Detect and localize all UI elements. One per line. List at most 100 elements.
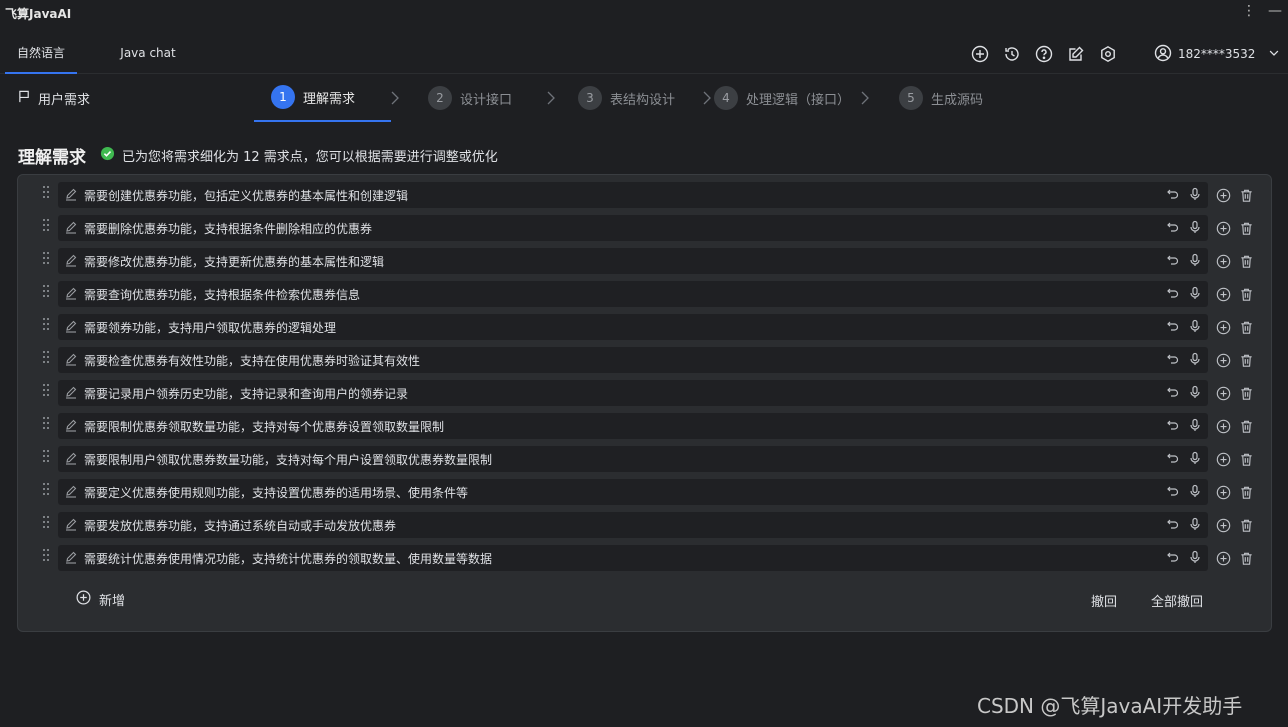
microphone-icon[interactable] [1188,286,1202,300]
drag-handle-icon[interactable] [34,248,58,274]
microphone-icon[interactable] [1188,550,1202,564]
help-icon[interactable] [1032,43,1055,65]
requirement-field[interactable]: 需要定义优惠券使用规则功能，支持设置优惠券的适用场景、使用条件等 [58,479,1208,505]
add-below-icon[interactable] [1216,320,1231,335]
add-below-icon[interactable] [1216,221,1231,236]
drag-handle-icon[interactable] [34,314,58,340]
undo-icon[interactable] [1166,550,1180,564]
drag-handle-icon[interactable] [34,380,58,406]
microphone-icon[interactable] [1188,385,1202,399]
minimize-icon[interactable]: — [1268,3,1282,19]
requirement-text[interactable]: 需要统计优惠券使用情况功能，支持统计优惠券的领取数量、使用数量等数据 [84,550,492,567]
undo-icon[interactable] [1166,220,1180,234]
requirement-text[interactable]: 需要检查优惠券有效性功能，支持在使用优惠券时验证其有效性 [84,352,420,369]
delete-icon[interactable] [1239,221,1254,236]
microphone-icon[interactable] [1188,187,1202,201]
delete-icon[interactable] [1239,518,1254,533]
delete-icon[interactable] [1239,551,1254,566]
delete-icon[interactable] [1239,320,1254,335]
requirement-text[interactable]: 需要定义优惠券使用规则功能，支持设置优惠券的适用场景、使用条件等 [84,484,468,501]
tab-natural-language[interactable]: 自然语言 [5,34,77,74]
requirement-text[interactable]: 需要删除优惠券功能，支持根据条件删除相应的优惠券 [84,220,372,237]
requirement-text[interactable]: 需要修改优惠券功能，支持更新优惠券的基本属性和逻辑 [84,253,384,270]
add-below-icon[interactable] [1216,188,1231,203]
chevron-down-icon[interactable] [1261,46,1281,63]
new-session-icon[interactable] [968,43,991,65]
step-processing-logic[interactable]: 4 处理逻辑（接口） [714,74,850,122]
delete-icon[interactable] [1239,452,1254,467]
requirement-field[interactable]: 需要限制用户领取优惠券数量功能，支持对每个用户设置领取优惠券数量限制 [58,446,1208,472]
requirement-field[interactable]: 需要领券功能，支持用户领取优惠券的逻辑处理 [58,314,1208,340]
add-below-icon[interactable] [1216,254,1231,269]
step-table-design[interactable]: 3 表结构设计 [578,74,675,122]
drag-handle-icon[interactable] [34,215,58,241]
undo-all-button[interactable]: 全部撤回 [1151,591,1203,610]
undo-button[interactable]: 撤回 [1091,591,1117,610]
user-menu[interactable]: 182****3532 [1154,43,1281,65]
user-requirement-link[interactable]: 用户需求 [18,89,90,108]
tab-java-chat[interactable]: Java chat [108,34,188,74]
undo-icon[interactable] [1166,451,1180,465]
undo-icon[interactable] [1166,517,1180,531]
requirement-text[interactable]: 需要限制优惠券领取数量功能，支持对每个优惠券设置领取数量限制 [84,418,444,435]
delete-icon[interactable] [1239,287,1254,302]
step-understand-requirements[interactable]: 1 理解需求 [254,74,391,122]
undo-icon[interactable] [1166,385,1180,399]
add-below-icon[interactable] [1216,551,1231,566]
requirement-text[interactable]: 需要创建优惠券功能，包括定义优惠券的基本属性和创建逻辑 [84,187,408,204]
requirement-field[interactable]: 需要修改优惠券功能，支持更新优惠券的基本属性和逻辑 [58,248,1208,274]
requirement-field[interactable]: 需要创建优惠券功能，包括定义优惠券的基本属性和创建逻辑 [58,182,1208,208]
settings-icon[interactable] [1096,43,1119,65]
microphone-icon[interactable] [1188,352,1202,366]
requirement-text[interactable]: 需要发放优惠券功能，支持通过系统自动或手动发放优惠券 [84,517,396,534]
microphone-icon[interactable] [1188,220,1202,234]
microphone-icon[interactable] [1188,484,1202,498]
requirement-field[interactable]: 需要统计优惠券使用情况功能，支持统计优惠券的领取数量、使用数量等数据 [58,545,1208,571]
delete-icon[interactable] [1239,254,1254,269]
history-icon[interactable] [1000,43,1023,65]
requirement-field[interactable]: 需要检查优惠券有效性功能，支持在使用优惠券时验证其有效性 [58,347,1208,373]
drag-handle-icon[interactable] [34,512,58,538]
drag-handle-icon[interactable] [34,281,58,307]
undo-icon[interactable] [1166,352,1180,366]
undo-icon[interactable] [1166,319,1180,333]
microphone-icon[interactable] [1188,418,1202,432]
step-design-interface[interactable]: 2 设计接口 [428,74,512,122]
requirement-field[interactable]: 需要查询优惠券功能，支持根据条件检索优惠券信息 [58,281,1208,307]
requirement-field[interactable]: 需要发放优惠券功能，支持通过系统自动或手动发放优惠券 [58,512,1208,538]
requirement-field[interactable]: 需要删除优惠券功能，支持根据条件删除相应的优惠券 [58,215,1208,241]
undo-icon[interactable] [1166,484,1180,498]
drag-handle-icon[interactable] [34,446,58,472]
add-below-icon[interactable] [1216,518,1231,533]
add-below-icon[interactable] [1216,419,1231,434]
delete-icon[interactable] [1239,485,1254,500]
requirement-text[interactable]: 需要领券功能，支持用户领取优惠券的逻辑处理 [84,319,336,336]
more-options-icon[interactable]: ⋮ [1242,3,1256,19]
microphone-icon[interactable] [1188,517,1202,531]
drag-handle-icon[interactable] [34,182,58,208]
add-below-icon[interactable] [1216,452,1231,467]
add-below-icon[interactable] [1216,485,1231,500]
requirement-text[interactable]: 需要限制用户领取优惠券数量功能，支持对每个用户设置领取优惠券数量限制 [84,451,492,468]
microphone-icon[interactable] [1188,319,1202,333]
requirement-field[interactable]: 需要记录用户领券历史功能，支持记录和查询用户的领券记录 [58,380,1208,406]
add-requirement-button[interactable]: 新增 [76,590,125,609]
undo-icon[interactable] [1166,187,1180,201]
delete-icon[interactable] [1239,188,1254,203]
edit-icon[interactable] [1064,43,1087,65]
step-generate-source[interactable]: 5 生成源码 [899,74,983,122]
drag-handle-icon[interactable] [34,347,58,373]
undo-icon[interactable] [1166,418,1180,432]
requirement-text[interactable]: 需要查询优惠券功能，支持根据条件检索优惠券信息 [84,286,360,303]
drag-handle-icon[interactable] [34,413,58,439]
undo-icon[interactable] [1166,286,1180,300]
requirement-text[interactable]: 需要记录用户领券历史功能，支持记录和查询用户的领券记录 [84,385,408,402]
add-below-icon[interactable] [1216,353,1231,368]
undo-icon[interactable] [1166,253,1180,267]
add-below-icon[interactable] [1216,287,1231,302]
requirement-field[interactable]: 需要限制优惠券领取数量功能，支持对每个优惠券设置领取数量限制 [58,413,1208,439]
drag-handle-icon[interactable] [34,545,58,571]
microphone-icon[interactable] [1188,253,1202,267]
drag-handle-icon[interactable] [34,479,58,505]
delete-icon[interactable] [1239,419,1254,434]
